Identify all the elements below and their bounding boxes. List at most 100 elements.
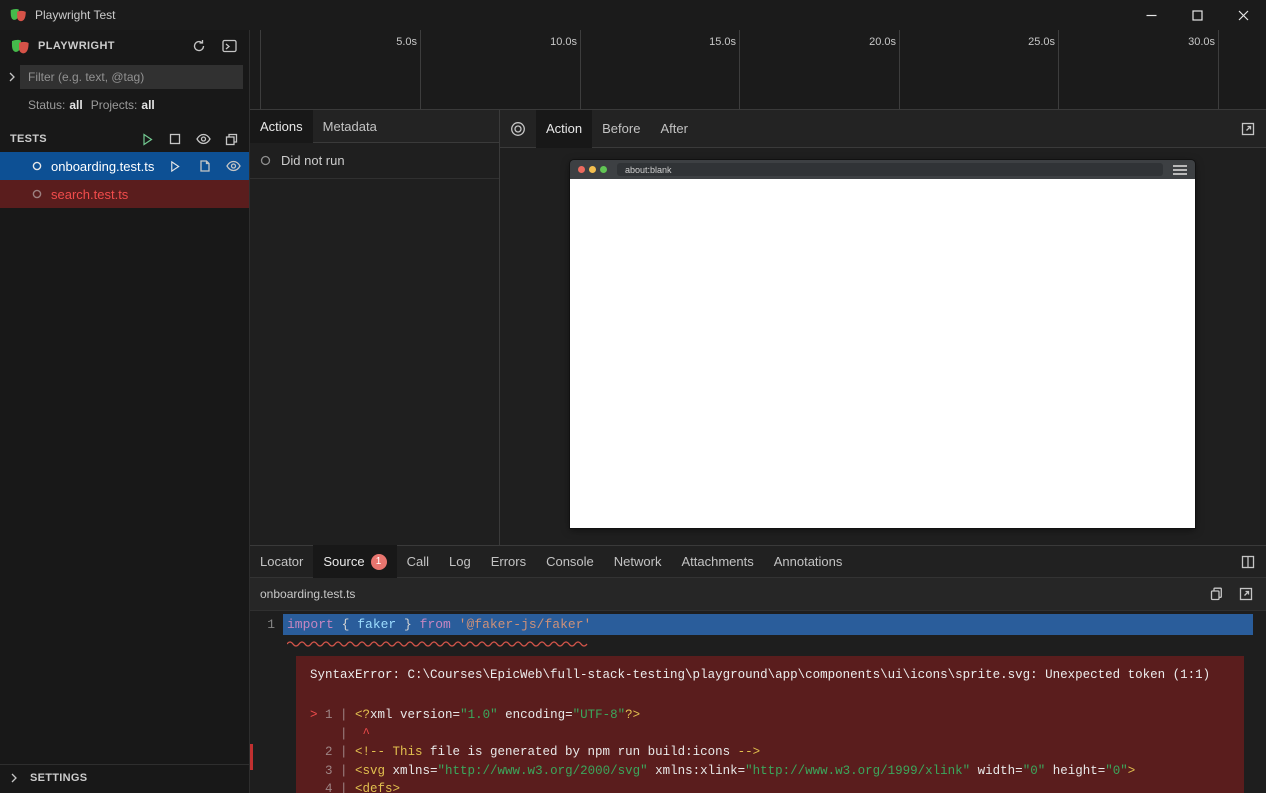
source-file-bar: onboarding.test.ts: [250, 578, 1266, 611]
address-bar: about:blank: [617, 163, 1163, 176]
tab-action[interactable]: Action: [536, 110, 592, 148]
traffic-green-dot: [600, 166, 607, 173]
code-frame-line: > 1 | <?xml version="1.0" encoding="UTF-…: [310, 706, 1230, 725]
open-external-icon[interactable]: [1236, 584, 1256, 604]
tests-section-header: TESTS: [0, 126, 249, 152]
run-all-icon[interactable]: [137, 129, 157, 149]
source-editor[interactable]: 1 import { faker } from '@faker-js/faker…: [250, 611, 1266, 793]
filter-row: [0, 62, 249, 92]
collapse-all-icon[interactable]: [221, 129, 241, 149]
browser-chrome: about:blank: [570, 160, 1195, 179]
pick-locator-icon[interactable]: [500, 110, 536, 148]
playwright-masks-icon: [9, 7, 27, 23]
timeline-gridline: 25.0s: [1058, 30, 1059, 109]
reload-icon[interactable]: [189, 36, 209, 56]
line-number: 1: [250, 617, 283, 632]
tab-label: Annotations: [774, 554, 843, 569]
show-source-icon[interactable]: [194, 156, 214, 176]
tab-call[interactable]: Call: [397, 545, 439, 578]
tab-label: Action: [546, 121, 582, 136]
status-value[interactable]: all: [69, 98, 82, 112]
timeline-tick-label: 25.0s: [1028, 36, 1055, 48]
timeline-tick-label: 5.0s: [396, 36, 417, 48]
minimize-button[interactable]: [1128, 0, 1174, 30]
terminal-icon[interactable]: [219, 36, 239, 56]
browser-snapshot: about:blank: [570, 160, 1195, 528]
timeline-tick-label: 30.0s: [1188, 36, 1215, 48]
timeline-tick-label: 15.0s: [709, 36, 736, 48]
stop-icon[interactable]: [165, 129, 185, 149]
maximize-button[interactable]: [1174, 0, 1220, 30]
tab-annotations[interactable]: Annotations: [764, 545, 853, 578]
tab-metadata[interactable]: Metadata: [313, 110, 387, 143]
tab-label: Console: [546, 554, 594, 569]
snapshot-area: about:blank: [500, 148, 1266, 545]
test-status-circle-icon: [32, 161, 42, 171]
status-row: Status:allProjects:all: [0, 92, 249, 118]
error-marker-strip: [250, 744, 253, 770]
tab-label: Errors: [491, 554, 526, 569]
tests-label: TESTS: [10, 133, 47, 145]
traffic-lights: [578, 166, 607, 173]
tab-before[interactable]: Before: [592, 110, 650, 148]
did-not-run-text: Did not run: [281, 153, 345, 168]
chevron-right-icon: [6, 770, 22, 786]
timeline-gridline: 10.0s: [580, 30, 581, 109]
copy-icon[interactable]: [1206, 584, 1226, 604]
test-item-search[interactable]: search.test.ts: [0, 180, 249, 208]
tab-label: Metadata: [323, 119, 377, 134]
close-button[interactable]: [1220, 0, 1266, 30]
tab-label: Attachments: [681, 554, 753, 569]
window-title: Playwright Test: [35, 8, 115, 22]
test-status-circle-icon: [32, 189, 42, 199]
filter-input[interactable]: [20, 65, 243, 89]
blank-page: [570, 179, 1195, 528]
tab-label: Actions: [260, 119, 303, 134]
open-external-icon[interactable]: [1238, 119, 1258, 139]
titlebar: Playwright Test: [0, 0, 1266, 30]
tab-errors[interactable]: Errors: [481, 545, 536, 578]
tab-attachments[interactable]: Attachments: [671, 545, 763, 578]
tab-log[interactable]: Log: [439, 545, 481, 578]
sidebar-title: PLAYWRIGHT: [38, 40, 115, 52]
tab-locator[interactable]: Locator: [250, 545, 313, 578]
timeline-gridline: 5.0s: [420, 30, 421, 109]
error-squiggle: [287, 636, 1266, 644]
test-file-name: onboarding.test.ts: [51, 159, 154, 174]
watch-all-icon[interactable]: [193, 129, 213, 149]
menu-icon: [1173, 165, 1187, 175]
error-message: SyntaxError: C:\Courses\EpicWeb\full-sta…: [310, 666, 1230, 684]
timeline-tick-label: 10.0s: [550, 36, 577, 48]
tab-label: Network: [614, 554, 662, 569]
tab-console[interactable]: Console: [536, 545, 604, 578]
timeline[interactable]: 5.0s 10.0s 15.0s 20.0s 25.0s 30.0s: [250, 30, 1266, 110]
timeline-gridline: [260, 30, 261, 109]
settings-section-header[interactable]: SETTINGS: [0, 764, 249, 790]
sidebar-header: PLAYWRIGHT: [0, 30, 249, 62]
traffic-yellow-dot: [589, 166, 596, 173]
did-not-run-row: Did not run: [250, 143, 499, 179]
source-file-name: onboarding.test.ts: [260, 587, 355, 601]
tab-source[interactable]: Source1: [313, 545, 396, 578]
projects-label: Projects:: [91, 98, 138, 112]
tab-network[interactable]: Network: [604, 545, 672, 578]
timeline-gridline: 15.0s: [739, 30, 740, 109]
tab-after[interactable]: After: [650, 110, 697, 148]
timeline-tick-label: 20.0s: [869, 36, 896, 48]
sidebar: PLAYWRIGHT Status:allProjects:all TESTS: [0, 30, 250, 793]
watch-test-icon[interactable]: [223, 156, 243, 176]
split-view-icon[interactable]: [1238, 552, 1258, 572]
actions-panel: Actions Metadata Did not run: [250, 110, 500, 545]
test-item-onboarding[interactable]: onboarding.test.ts: [0, 152, 249, 180]
tab-actions[interactable]: Actions: [250, 110, 313, 143]
settings-label: SETTINGS: [30, 772, 87, 784]
timeline-gridline: 20.0s: [899, 30, 900, 109]
code-frame-line: | ^: [310, 725, 1230, 744]
run-test-icon[interactable]: [165, 156, 185, 176]
projects-value[interactable]: all: [141, 98, 154, 112]
timeline-gridline: 30.0s: [1218, 30, 1219, 109]
error-count-badge: 1: [371, 554, 387, 570]
chevron-right-icon[interactable]: [4, 69, 20, 85]
code-frame-line: 2 | <!-- This file is generated by npm r…: [310, 743, 1230, 762]
code-frame-line: 3 | <svg xmlns="http://www.w3.org/2000/s…: [310, 762, 1230, 781]
